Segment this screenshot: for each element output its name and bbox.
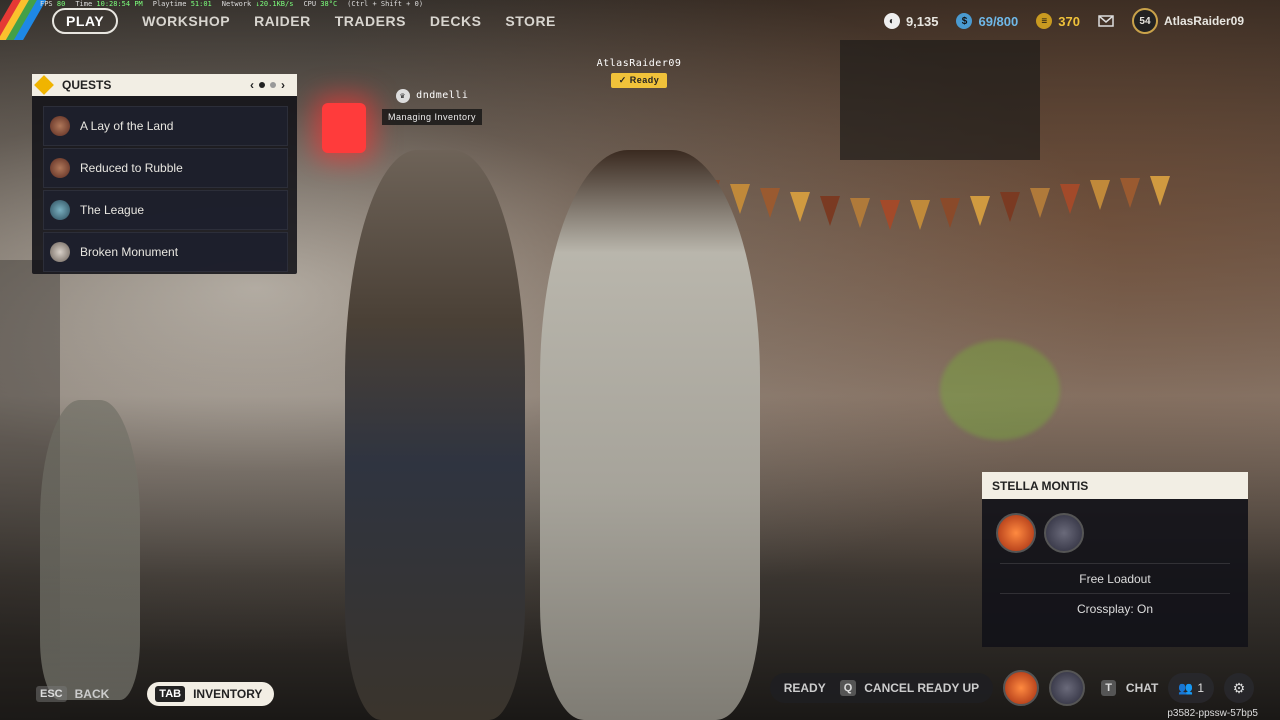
- raider-portrait-icon: [50, 116, 70, 136]
- quest-diamond-icon: [34, 75, 54, 95]
- username: AtlasRaider09: [1163, 14, 1244, 28]
- party-panel: STELLA MONTIS Free Loadout Crossplay: On: [982, 472, 1248, 647]
- player-avatar[interactable]: [1049, 670, 1086, 706]
- page-dot[interactable]: [270, 82, 276, 88]
- nav-workshop[interactable]: WORKSHOP: [142, 13, 230, 29]
- crossplay-label: Crossplay: On: [1000, 593, 1230, 623]
- party-title: STELLA MONTIS: [982, 472, 1248, 499]
- self-ready-status: ✓ Ready: [610, 73, 668, 88]
- level-badge: 54: [1131, 8, 1158, 34]
- self-nametag: AtlasRaider09 ✓ Ready: [584, 58, 694, 88]
- party-button[interactable]: 👥 1: [1168, 673, 1214, 703]
- token-icon: $: [956, 13, 973, 29]
- party-member-avatar[interactable]: [1044, 513, 1084, 553]
- gear-icon: ⚙: [1232, 679, 1246, 696]
- currency-bar: ◐ 9,135 $ 69/800 ≡ 370 54 AtlasRaider09: [883, 8, 1244, 34]
- nav-traders[interactable]: TRADERS: [335, 13, 406, 29]
- other-nametag: ♛ dndmelli Managing Inventory: [380, 89, 484, 125]
- bunting-flags: [700, 176, 1170, 230]
- quest-item[interactable]: Broken Monument: [43, 232, 288, 272]
- raider-character-male: [540, 150, 760, 720]
- mail-icon: [1098, 15, 1114, 27]
- mail-button[interactable]: [1098, 15, 1114, 27]
- party-members: [982, 499, 1248, 553]
- quest-label: A Lay of the Land: [80, 119, 174, 133]
- inventory-label: INVENTORY: [193, 687, 263, 701]
- quests-next-button[interactable]: ›: [281, 78, 285, 92]
- bottom-right-controls: READY Q CANCEL READY UP T CHAT 👥 1 ⚙: [769, 670, 1254, 706]
- party-count: 1: [1197, 681, 1204, 695]
- background-npc: [40, 400, 140, 700]
- quest-item[interactable]: Reduced to Rubble: [43, 148, 288, 188]
- t-key: T: [1101, 680, 1116, 696]
- nav-raider[interactable]: RAIDER: [254, 13, 311, 29]
- coins-value: 9,135: [905, 13, 939, 29]
- crown-icon: ♛: [395, 89, 410, 103]
- page-dot-active[interactable]: [259, 82, 265, 88]
- quests-header: QUESTS ‹ ›: [32, 74, 297, 96]
- credit-icon: ≡: [1036, 13, 1053, 29]
- quests-pager: ‹ ›: [250, 78, 285, 92]
- other-player-name: dndmelli: [416, 90, 469, 101]
- q-key: Q: [839, 680, 857, 696]
- player-avatar[interactable]: [1003, 670, 1040, 706]
- nav-play[interactable]: PLAY: [52, 8, 119, 34]
- profile-button[interactable]: 54 AtlasRaider09: [1131, 8, 1244, 34]
- quest-item[interactable]: A Lay of the Land: [43, 106, 288, 146]
- other-player-status: Managing Inventory: [381, 109, 483, 125]
- main-nav: PLAY WORKSHOP RAIDER TRADERS DECKS STORE: [52, 8, 556, 34]
- bottom-left-controls: ESC BACK TAB INVENTORY: [36, 682, 275, 706]
- raider-portrait-icon: [50, 158, 70, 178]
- cancel-ready-button[interactable]: Q CANCEL READY UP: [839, 680, 980, 696]
- chat-button[interactable]: CHAT: [1126, 681, 1158, 695]
- quest-label: The League: [80, 203, 145, 217]
- session-code: p3582-ppssw-57bp5: [1167, 708, 1258, 719]
- quests-prev-button[interactable]: ‹: [250, 78, 254, 92]
- quest-label: Broken Monument: [80, 245, 179, 259]
- tokens-display[interactable]: $ 69/800: [956, 13, 1018, 29]
- plant-foliage: [940, 340, 1060, 440]
- quests-title: QUESTS: [62, 78, 112, 92]
- scoreboard-sign: [840, 40, 1040, 160]
- globe-portrait-icon: [50, 200, 70, 220]
- credits-display[interactable]: ≡ 370: [1036, 13, 1080, 29]
- other-player-name-row: ♛ dndmelli: [380, 89, 484, 103]
- nav-store[interactable]: STORE: [505, 13, 555, 29]
- cancel-ready-label: CANCEL READY UP: [864, 681, 980, 695]
- tab-key: TAB: [155, 686, 186, 702]
- self-player-name: AtlasRaider09: [596, 58, 682, 69]
- party-member-avatar[interactable]: [996, 513, 1036, 553]
- ready-controls: READY Q CANCEL READY UP: [769, 673, 994, 703]
- quest-item[interactable]: The League: [43, 190, 288, 230]
- credits-value: 370: [1058, 13, 1080, 29]
- ready-label: READY: [783, 681, 826, 695]
- users-icon: 👥: [1178, 681, 1194, 695]
- raider-character-female: [345, 150, 525, 720]
- nav-decks[interactable]: DECKS: [430, 13, 482, 29]
- inventory-button[interactable]: TAB INVENTORY: [147, 682, 275, 706]
- quest-list: A Lay of the Land Reduced to Rubble The …: [32, 96, 297, 272]
- quest-label: Reduced to Rubble: [80, 161, 183, 175]
- settings-button[interactable]: ⚙: [1224, 673, 1254, 703]
- quests-panel: QUESTS ‹ › A Lay of the Land Reduced to …: [32, 74, 297, 274]
- esc-key: ESC: [36, 686, 67, 702]
- coin-icon: ◐: [883, 13, 900, 29]
- trader-portrait-icon: [50, 242, 70, 262]
- red-light-sign: [322, 103, 366, 153]
- back-button[interactable]: BACK: [75, 687, 110, 701]
- tokens-value: 69/800: [978, 13, 1019, 29]
- free-loadout-label: Free Loadout: [1000, 563, 1230, 593]
- coins-display[interactable]: ◐ 9,135: [883, 13, 939, 29]
